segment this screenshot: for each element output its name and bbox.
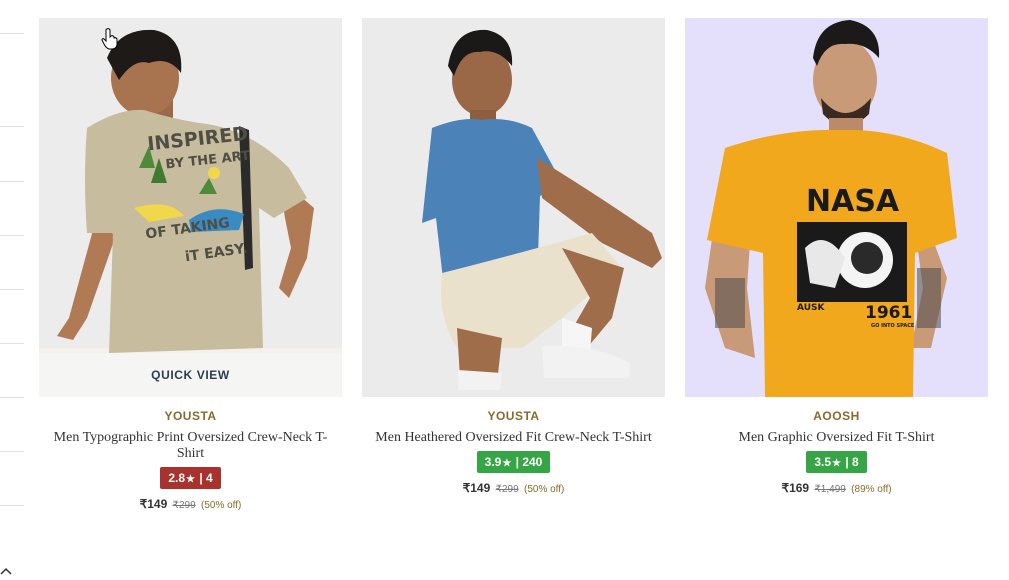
print-text-line: 1961 [865, 303, 912, 323]
rating-count: | 4 [199, 471, 213, 485]
product-photo-tan-tshirt: INSPIRED BY THE ART OF TAKING iT EASY. [39, 18, 342, 397]
discount-percent: (50% off) [524, 484, 565, 495]
discount-percent: (50% off) [201, 500, 242, 511]
product-grid-page: INSPIRED BY THE ART OF TAKING iT EASY. Q… [0, 0, 1009, 580]
filter-divider [0, 397, 24, 398]
filter-divider [0, 343, 24, 344]
product-photo-blue-tshirt [362, 18, 665, 397]
product-card[interactable]: YOUSTA Men Heathered Oversized Fit Crew-… [362, 18, 665, 495]
product-name[interactable]: Men Graphic Oversized Fit T-Shirt [687, 430, 987, 446]
filter-divider [0, 451, 24, 452]
star-icon: ★ [502, 458, 512, 469]
print-text-line: GO INTO SPACE [871, 323, 915, 329]
rating-badge: 3.9★ | 240 [476, 451, 551, 473]
rating-value: 3.5 [814, 455, 831, 469]
product-image[interactable] [362, 18, 665, 397]
product-card[interactable]: INSPIRED BY THE ART OF TAKING iT EASY. Q… [39, 18, 342, 511]
print-text-nasa: NASA [806, 184, 900, 219]
product-card[interactable]: NASA AUSK 1961 GO INTO SPACE AOOSH Men G… [685, 18, 988, 495]
rating-count: | 240 [515, 455, 543, 469]
filter-divider [0, 289, 24, 290]
product-name[interactable]: Men Typographic Print Oversized Crew-Nec… [41, 430, 341, 462]
rating-value: 3.9 [484, 455, 502, 469]
price-row: ₹149 ₹299 (50% off) [362, 481, 665, 495]
filter-divider [0, 235, 24, 236]
price-row: ₹169 ₹1,499 (89% off) [685, 481, 988, 495]
product-brand: YOUSTA [487, 409, 540, 423]
product-image[interactable]: NASA AUSK 1961 GO INTO SPACE [685, 18, 988, 397]
filter-sidebar-edge [0, 0, 24, 580]
selling-price: ₹149 [462, 481, 491, 495]
selling-price: ₹149 [139, 497, 168, 511]
product-brand: YOUSTA [164, 409, 217, 423]
product-image[interactable]: INSPIRED BY THE ART OF TAKING iT EASY. Q… [39, 18, 342, 397]
star-icon: ★ [186, 474, 195, 485]
filter-divider [0, 505, 24, 506]
hand-pointer-cursor-icon [101, 28, 118, 50]
product-brand: AOOSH [813, 409, 860, 423]
rating-badge: 3.5★ | 8 [806, 451, 867, 473]
selling-price: ₹169 [781, 481, 810, 495]
filter-divider [0, 33, 24, 34]
quick-view-button[interactable]: QUICK VIEW [39, 353, 342, 397]
filter-divider [0, 126, 24, 127]
chevron-up-icon[interactable] [0, 564, 14, 578]
product-photo-yellow-nasa-tshirt: NASA AUSK 1961 GO INTO SPACE [685, 18, 988, 397]
original-price: ₹1,499 [814, 484, 846, 495]
print-text-line: AUSK [797, 303, 825, 313]
product-name[interactable]: Men Heathered Oversized Fit Crew-Neck T-… [364, 430, 664, 446]
star-icon: ★ [832, 458, 841, 469]
rating-value: 2.8 [168, 471, 185, 485]
rating-badge: 2.8★ | 4 [160, 467, 221, 489]
price-row: ₹149 ₹299 (50% off) [39, 497, 342, 511]
filter-divider [0, 181, 24, 182]
rating-count: | 8 [845, 455, 859, 469]
discount-percent: (89% off) [851, 484, 892, 495]
original-price: ₹299 [172, 500, 196, 511]
original-price: ₹299 [495, 484, 519, 495]
